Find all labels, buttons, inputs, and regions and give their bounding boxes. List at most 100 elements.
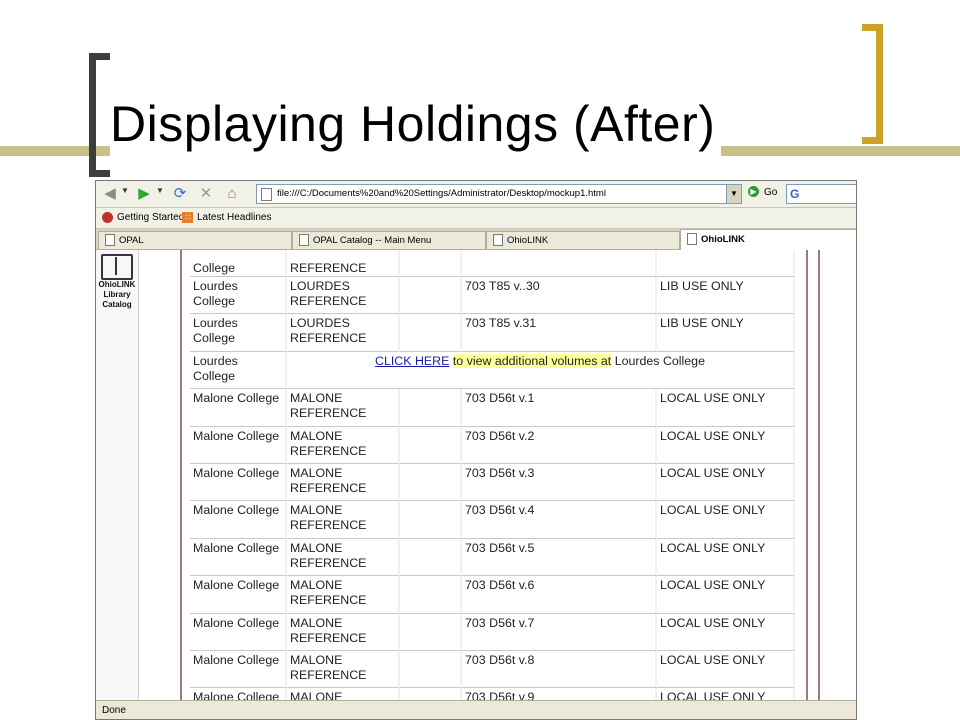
status-cell: LOCAL USE ONLY xyxy=(657,576,795,614)
search-engine-box[interactable]: G xyxy=(786,184,856,204)
address-dropdown-icon[interactable]: ▼ xyxy=(726,184,742,204)
tab-page-icon xyxy=(687,233,697,246)
location-cell: LOURDES REFERENCE xyxy=(287,314,400,352)
library-cell: Malone College xyxy=(190,426,287,464)
location-cell: MALONE REFERENCE xyxy=(287,688,400,700)
status-cell: LOCAL USE ONLY xyxy=(657,426,795,464)
library-cell: Lourdes College xyxy=(190,314,287,352)
forward-history-chevron-icon[interactable]: ▼ xyxy=(156,186,164,195)
tab-ohiolink-active[interactable]: OhioLINK xyxy=(680,229,856,250)
status-cell: LOCAL USE ONLY xyxy=(657,538,795,577)
library-cell: Lourdes College xyxy=(190,351,287,390)
click-here-link[interactable]: CLICK HERE xyxy=(375,354,449,368)
more-volumes-cell: CLICK HERE to view additional volumes at… xyxy=(287,351,795,390)
status-cell: LOCAL USE ONLY xyxy=(657,613,795,651)
frame-border-left xyxy=(180,250,182,700)
frame-border-right xyxy=(806,250,808,700)
right-bracket-decoration xyxy=(862,24,883,144)
tab-opal-main-menu[interactable]: OPAL Catalog -- Main Menu xyxy=(292,231,486,249)
table-row: Malone CollegeMALONE REFERENCE 703 D56t v… xyxy=(190,501,795,539)
rss-feed-icon: ∷ xyxy=(182,211,193,223)
location-cell: LOURDES REFERENCE xyxy=(287,277,400,315)
table-row: Malone CollegeMALONE REFERENCE 703 D56t v… xyxy=(190,650,795,689)
tab-page-icon xyxy=(299,234,309,247)
home-icon[interactable]: ⌂ xyxy=(222,184,242,204)
bookmark-getting-started[interactable]: Getting Started xyxy=(102,208,184,228)
library-cell: Malone College xyxy=(190,389,287,427)
table-row: Malone CollegeMALONE REFERENCE 703 D56t v… xyxy=(190,688,795,700)
table-row: Malone CollegeMALONE REFERENCE 703 D56t v… xyxy=(190,613,795,651)
library-cell: Malone College xyxy=(190,501,287,539)
location-cell: REFERENCE xyxy=(287,250,400,277)
left-bracket-decoration xyxy=(89,53,110,177)
address-text: file:///C:/Documents%20and%20Settings/Ad… xyxy=(277,188,606,199)
browser-window: ◀ ▼ ▶ ▼ ⟳ ✕ ⌂ file:///C:/Documents%20and… xyxy=(95,180,857,720)
tab-bar: OPAL OPAL Catalog -- Main Menu OhioLINK … xyxy=(96,229,856,250)
call-number-cell: 703 D56t v.5 xyxy=(462,538,657,577)
table-row: Malone CollegeMALONE REFERENCE 703 D56t v… xyxy=(190,538,795,577)
location-cell: MALONE REFERENCE xyxy=(287,463,400,502)
status-cell: LOCAL USE ONLY xyxy=(657,463,795,502)
book-icon xyxy=(101,254,133,280)
library-cell: Malone College xyxy=(190,463,287,502)
library-cell: Malone College xyxy=(190,688,287,700)
library-cell: Lourdes College xyxy=(190,277,287,315)
go-button[interactable]: Go xyxy=(764,187,777,198)
table-row: Lourdes College LOURDES REFERENCE 703 T8… xyxy=(190,277,795,315)
status-bar: Done xyxy=(96,700,856,719)
status-cell: LIB USE ONLY xyxy=(657,277,795,315)
holdings-table: College REFERENCE Lourdes College LOURDE… xyxy=(190,250,795,700)
table-row: Lourdes College LOURDES REFERENCE 703 T8… xyxy=(190,314,795,352)
address-bar[interactable]: file:///C:/Documents%20and%20Settings/Ad… xyxy=(256,184,742,204)
malone-holdings: Malone College MALONE REFERENCE 703 D56t v… xyxy=(190,389,795,700)
firefox-bookmark-icon xyxy=(102,211,113,223)
call-number-cell: 703 D56t v.9 xyxy=(462,688,657,700)
call-number-cell: 703 D56t v.6 xyxy=(462,576,657,614)
slide-title: Displaying Holdings (After) xyxy=(110,92,722,156)
tab-ohiolink[interactable]: OhioLINK xyxy=(486,231,680,249)
status-cell: LOCAL USE ONLY xyxy=(657,650,795,689)
call-number-cell: 703 D56t v.1 xyxy=(462,389,657,427)
call-number-cell: 703 T85 v..30 xyxy=(462,277,657,315)
call-number-cell: 703 D56t v.3 xyxy=(462,463,657,502)
status-cell: LOCAL USE ONLY xyxy=(657,688,795,700)
library-cell: Malone College xyxy=(190,650,287,689)
more-volumes-highlight: to view additional volumes at xyxy=(452,353,612,368)
go-icon[interactable]: ▶ xyxy=(748,186,759,197)
library-cell: Malone College xyxy=(190,576,287,614)
google-icon: G xyxy=(790,187,800,201)
location-cell: MALONE REFERENCE xyxy=(287,426,400,464)
location-cell: MALONE REFERENCE xyxy=(287,501,400,539)
location-cell: MALONE REFERENCE xyxy=(287,650,400,689)
location-cell: MALONE REFERENCE xyxy=(287,389,400,427)
table-row: Malone CollegeMALONE REFERENCE 703 D56t v… xyxy=(190,389,795,427)
stop-icon[interactable]: ✕ xyxy=(196,184,216,204)
back-history-chevron-icon[interactable]: ▼ xyxy=(121,186,129,195)
status-cell: LOCAL USE ONLY xyxy=(657,501,795,539)
library-cell: College xyxy=(190,250,287,277)
bookmarks-toolbar: Getting Started ∷ Latest Headlines xyxy=(96,208,856,229)
navigation-toolbar: ◀ ▼ ▶ ▼ ⟳ ✕ ⌂ file:///C:/Documents%20and… xyxy=(96,181,856,208)
call-number-cell: 703 D56t v.7 xyxy=(462,613,657,651)
status-cell: LOCAL USE ONLY xyxy=(657,389,795,427)
call-number-cell: 703 T85 v.31 xyxy=(462,314,657,352)
back-arrow-icon[interactable]: ◀ xyxy=(100,184,120,204)
more-volumes-row: Lourdes College CLICK HERE to view addit… xyxy=(190,351,795,390)
bookmark-latest-headlines[interactable]: ∷ Latest Headlines xyxy=(182,208,272,228)
ohiolink-logo[interactable] xyxy=(98,252,136,282)
location-cell: MALONE REFERENCE xyxy=(287,576,400,614)
tab-page-icon xyxy=(493,234,503,247)
status-cell: LIB USE ONLY xyxy=(657,314,795,352)
call-number-cell: 703 D56t v.8 xyxy=(462,650,657,689)
location-cell: MALONE REFERENCE xyxy=(287,613,400,651)
library-cell: Malone College xyxy=(190,538,287,577)
table-row: Malone CollegeMALONE REFERENCE 703 D56t v… xyxy=(190,463,795,502)
sidebar-caption: OhioLINK Library Catalog xyxy=(98,280,136,309)
table-row: Malone CollegeMALONE REFERENCE 703 D56t v… xyxy=(190,426,795,464)
tab-page-icon xyxy=(105,234,115,247)
tab-opal[interactable]: OPAL xyxy=(98,231,292,249)
reload-icon[interactable]: ⟳ xyxy=(170,184,190,204)
forward-arrow-icon[interactable]: ▶ xyxy=(134,184,154,204)
location-cell: MALONE REFERENCE xyxy=(287,538,400,577)
page-content: OhioLINK Library Catalog College REFEREN… xyxy=(96,250,856,700)
